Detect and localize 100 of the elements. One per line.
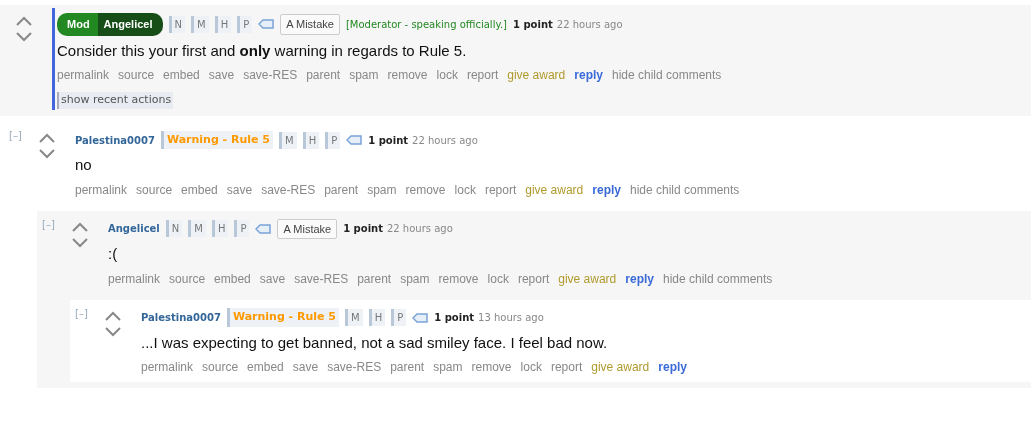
res-tag[interactable]: H — [214, 15, 232, 33]
action-link[interactable]: embed — [214, 269, 251, 288]
comment-text: ...I was expecting to get banned, not a sad smiley face. I feel bad now. — [141, 332, 609, 353]
action-link[interactable]: save-RES — [261, 180, 316, 199]
action-link[interactable]: give award — [591, 358, 650, 376]
action-link[interactable]: lock — [487, 269, 509, 288]
collapse-toggle[interactable]: [–] — [42, 213, 72, 232]
action-link[interactable]: hide child comments — [662, 269, 773, 288]
upvote-icon[interactable] — [39, 133, 55, 143]
action-link[interactable]: give award — [507, 66, 566, 84]
downvote-icon[interactable] — [105, 326, 121, 337]
upvote-icon[interactable] — [16, 16, 32, 26]
action-link[interactable]: parent — [306, 66, 341, 84]
res-tag[interactable]: M — [188, 220, 206, 238]
action-link[interactable]: parent — [357, 269, 392, 288]
tag-icon[interactable] — [346, 135, 363, 145]
collapse-toggle[interactable]: [–] — [9, 125, 39, 143]
action-link[interactable]: permalink — [108, 269, 161, 288]
moderator-note: [Moderator - speaking officially.] — [345, 17, 507, 32]
tag-icon[interactable] — [255, 223, 272, 234]
downvote-icon[interactable] — [16, 32, 32, 42]
action-link[interactable]: lock — [520, 358, 542, 376]
res-tag[interactable]: N — [165, 220, 183, 238]
author-link[interactable]: Palestina0007 — [141, 310, 221, 325]
action-link[interactable]: reply — [574, 66, 603, 84]
action-link[interactable]: save-RES — [327, 358, 382, 376]
res-tag[interactable]: M — [345, 309, 363, 326]
res-tag[interactable]: H — [211, 220, 229, 238]
upvote-icon[interactable] — [72, 221, 88, 232]
res-tag[interactable]: P — [391, 309, 407, 326]
action-link[interactable]: spam — [349, 66, 379, 84]
action-link[interactable]: save — [226, 180, 253, 199]
downvote-icon[interactable] — [72, 237, 88, 248]
timestamp: 22 hours ago — [386, 222, 453, 237]
action-link[interactable]: hide child comments — [629, 180, 740, 199]
res-tag[interactable]: N — [168, 15, 185, 33]
action-link[interactable]: remove — [405, 180, 446, 199]
score-text: 1 point — [434, 311, 475, 325]
score-text: 1 point — [368, 133, 409, 148]
action-link[interactable]: report — [466, 66, 499, 84]
action-link[interactable]: remove — [387, 66, 428, 84]
author-link[interactable]: Angelicel — [97, 13, 163, 36]
action-link[interactable]: reply — [592, 180, 621, 199]
action-link[interactable]: permalink — [75, 180, 128, 199]
comment-text: :( — [108, 244, 119, 264]
action-link[interactable]: spam — [400, 269, 430, 288]
action-link[interactable]: parent — [324, 180, 359, 199]
res-tag[interactable]: M — [279, 131, 297, 149]
timestamp: 13 hours ago — [478, 311, 544, 325]
res-tag[interactable]: H — [368, 309, 386, 326]
action-link[interactable]: permalink — [141, 358, 194, 376]
action-link[interactable]: report — [484, 180, 517, 199]
action-link[interactable]: lock — [454, 180, 476, 199]
author-link[interactable]: Angelicel — [108, 221, 160, 237]
collapse-toggle[interactable]: [–] — [75, 302, 105, 321]
timestamp: 22 hours ago — [412, 133, 478, 148]
res-tag[interactable]: M — [191, 15, 209, 33]
action-link[interactable]: source — [202, 358, 239, 376]
action-link[interactable]: save — [208, 66, 235, 84]
user-tag[interactable]: A Mistake — [280, 14, 340, 35]
action-link[interactable]: remove — [471, 358, 512, 376]
res-tag[interactable]: H — [302, 131, 320, 149]
res-tag[interactable]: P — [237, 15, 253, 33]
action-link[interactable]: parent — [390, 358, 425, 376]
action-link[interactable]: embed — [181, 180, 218, 199]
action-link[interactable]: report — [517, 269, 550, 288]
action-link[interactable]: embed — [247, 358, 284, 376]
comment-text: no — [75, 155, 93, 175]
action-link[interactable]: hide child comments — [611, 66, 722, 84]
action-link[interactable]: report — [550, 358, 583, 376]
action-link[interactable]: permalink — [57, 66, 110, 84]
action-link[interactable]: remove — [438, 269, 479, 288]
action-link[interactable]: source — [136, 180, 173, 199]
action-link[interactable]: save — [259, 269, 286, 288]
score-text: 1 point — [343, 222, 383, 237]
action-link[interactable]: source — [169, 269, 206, 288]
user-tag[interactable]: A Mistake — [277, 218, 338, 239]
action-link[interactable]: reply — [658, 358, 687, 376]
action-link[interactable]: save — [292, 358, 319, 376]
action-link[interactable]: reply — [625, 269, 654, 288]
action-link[interactable]: spam — [433, 358, 463, 376]
action-link[interactable]: source — [118, 66, 155, 84]
action-link[interactable]: give award — [558, 269, 617, 288]
action-link[interactable]: save-RES — [243, 66, 298, 84]
user-flair: Warning - Rule 5 — [226, 308, 340, 327]
tag-icon[interactable] — [412, 312, 429, 323]
action-link[interactable]: spam — [367, 180, 397, 199]
action-link[interactable]: save-RES — [294, 269, 349, 288]
action-link[interactable]: embed — [163, 66, 200, 84]
recent-actions-button[interactable]: show recent actions — [57, 92, 174, 109]
upvote-icon[interactable] — [105, 310, 121, 321]
comment-text: Consider this your first and only warning in regards to Rule 5. — [57, 40, 468, 61]
action-link[interactable]: lock — [436, 66, 458, 84]
res-tag[interactable]: P — [234, 220, 250, 238]
downvote-icon[interactable] — [39, 149, 55, 159]
score-text: 1 point — [513, 17, 553, 32]
res-tag[interactable]: P — [325, 131, 341, 149]
action-link[interactable]: give award — [525, 180, 584, 199]
author-link[interactable]: Palestina0007 — [75, 132, 155, 148]
tag-icon[interactable] — [258, 19, 275, 30]
